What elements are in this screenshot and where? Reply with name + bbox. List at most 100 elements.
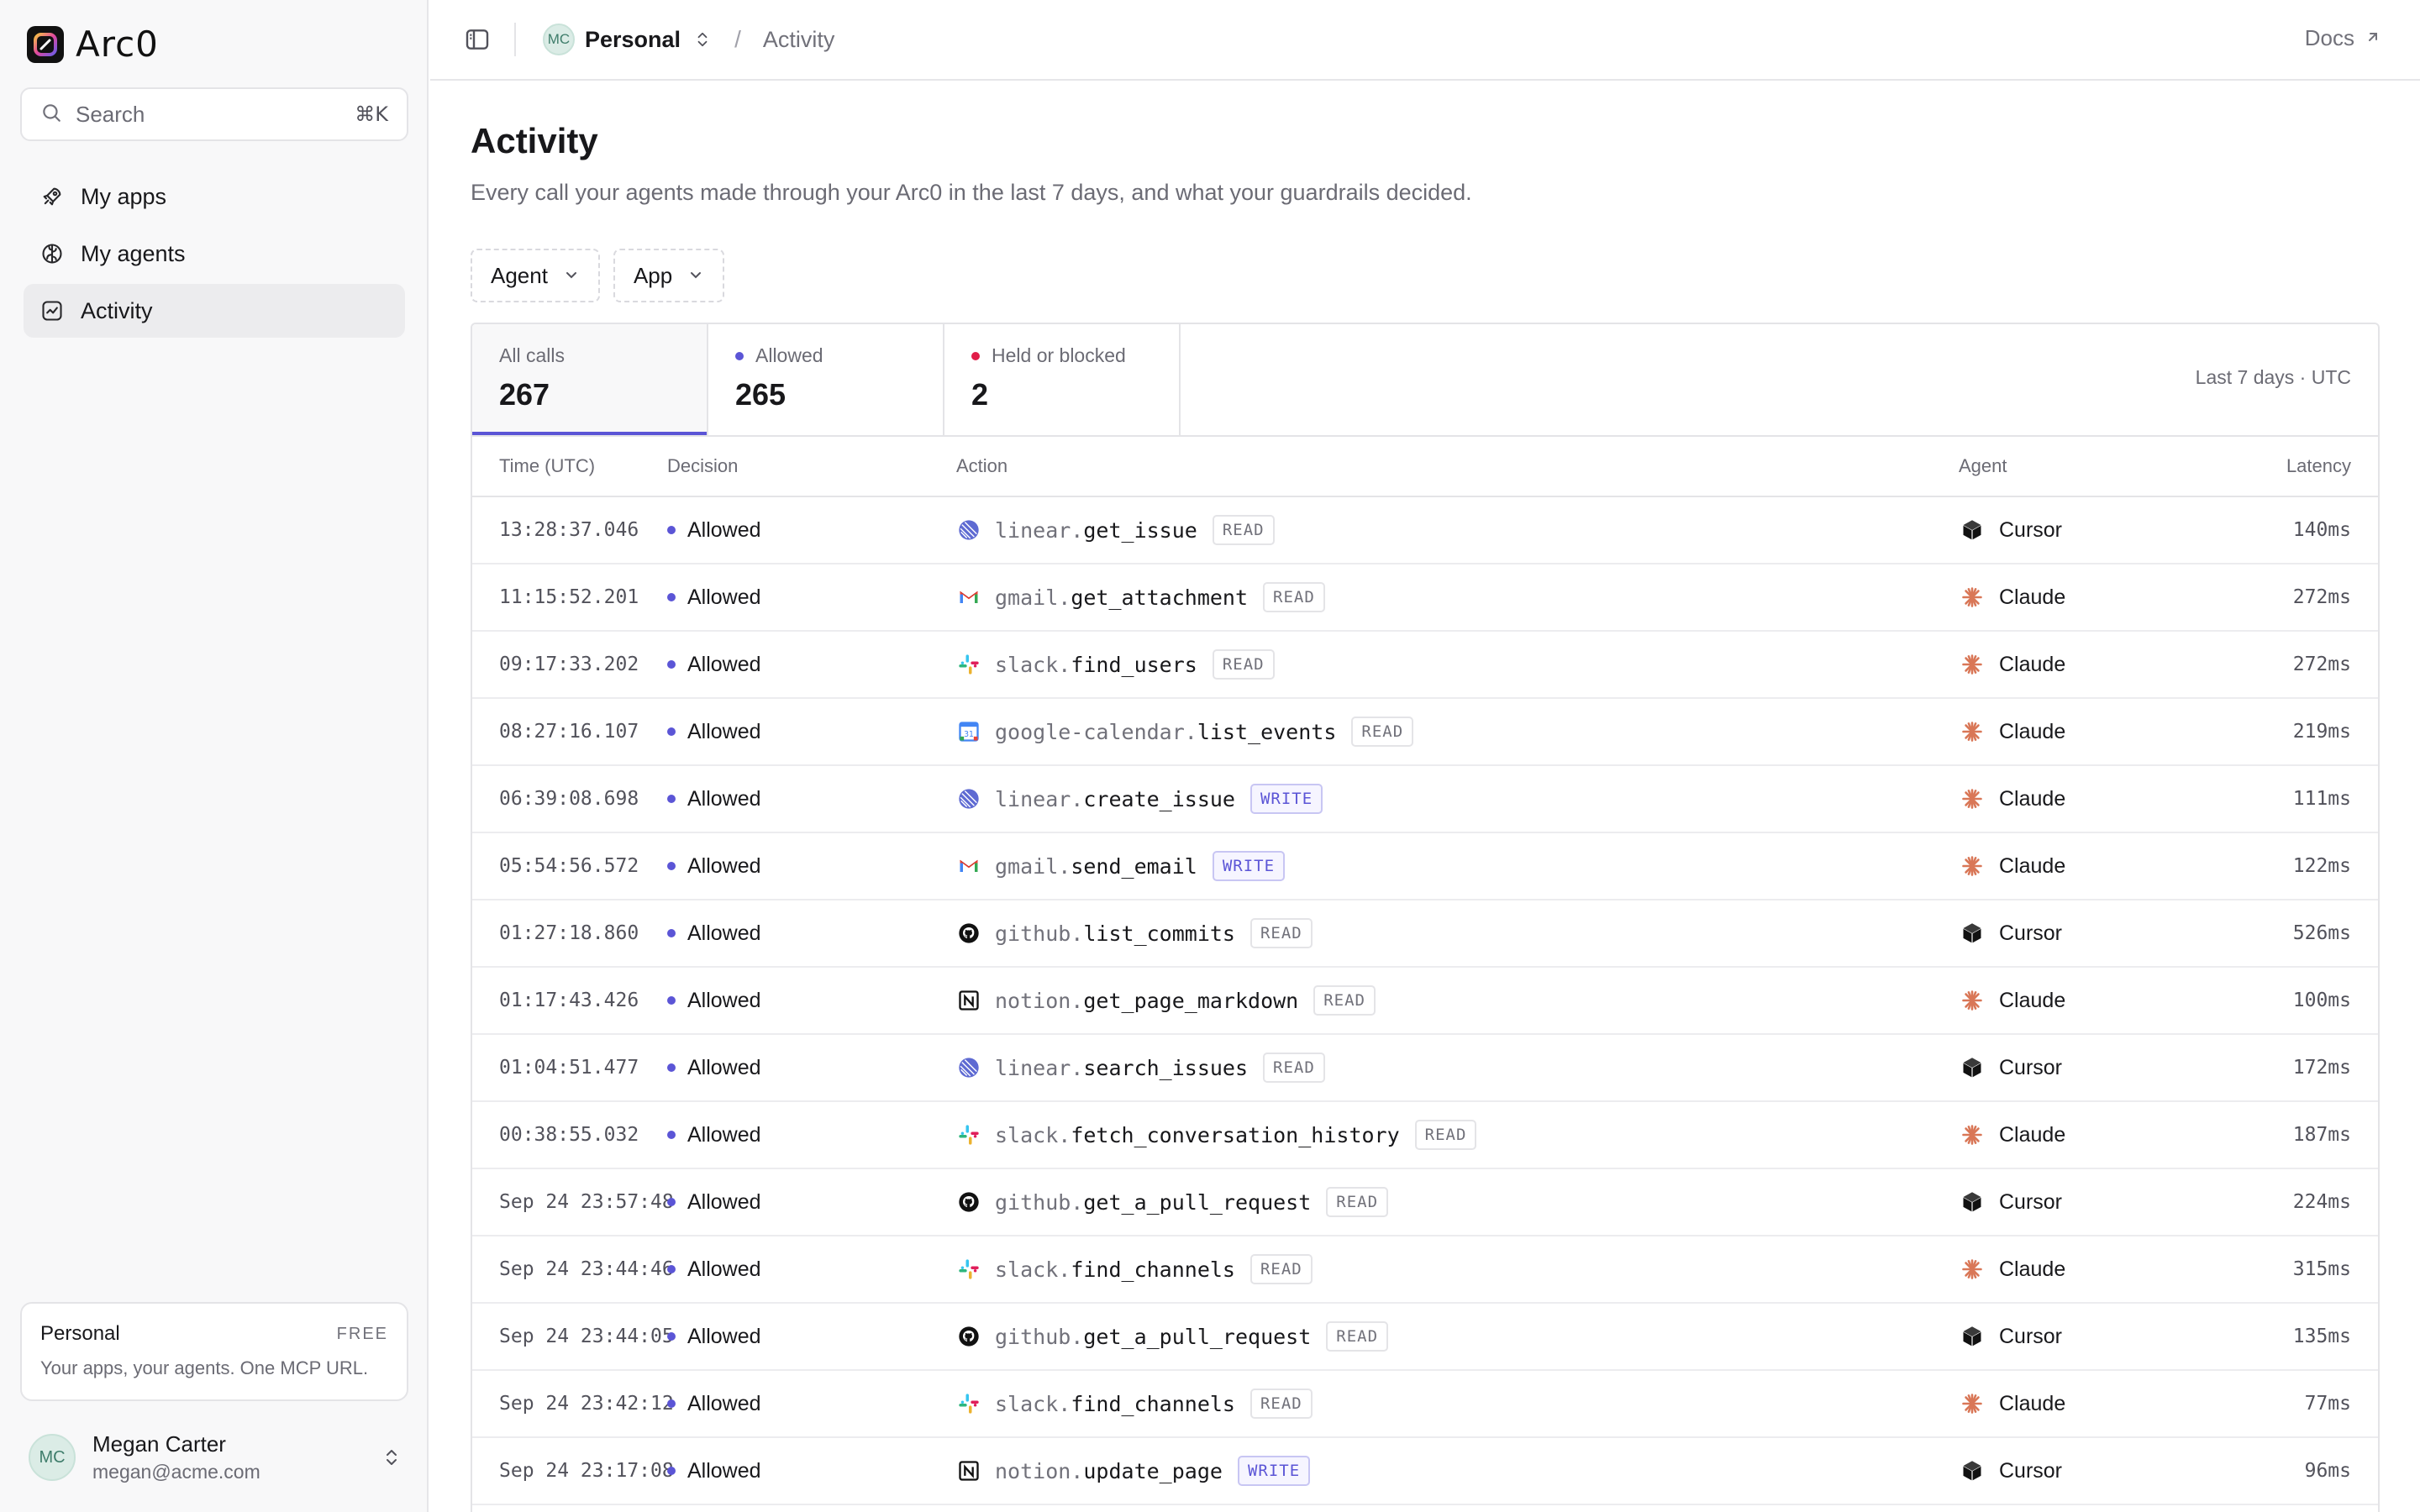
action-cell: 31 google-calendar. list_events READ (956, 717, 1959, 747)
sidebar-toggle-icon[interactable] (460, 23, 494, 56)
gmail-icon (956, 853, 981, 879)
action-cell: slack. find_channels READ (956, 1389, 1959, 1419)
sidebar-item-my-apps[interactable]: My apps (24, 170, 405, 223)
svg-text:31: 31 (964, 730, 974, 739)
sidebar-item-activity[interactable]: Activity (24, 284, 405, 338)
page-subtitle: Every call your agents made through your… (471, 180, 1472, 205)
decision-cell: Allowed (667, 1056, 956, 1080)
table-row[interactable]: 05:54:56.572 Allowed gmail. send_email WRITE… (472, 833, 2378, 900)
plan-description: Your apps, your agents. One MCP URL. (40, 1357, 369, 1378)
action-cell: gmail. send_email WRITE (956, 851, 1959, 881)
breadcrumb: Activity (762, 26, 835, 52)
plan-card[interactable]: Personal FREE Your apps, your agents. On… (20, 1302, 408, 1401)
chevron-up-down-icon[interactable] (380, 1446, 403, 1469)
table-row[interactable]: Sep 24 23:44:46 Allowed slack. find_channel… (472, 1236, 2378, 1304)
allowed-dot-icon (667, 1332, 676, 1341)
access-badge: READ (1326, 1187, 1389, 1217)
claude-icon (1959, 853, 1986, 879)
sidebar-item-my-agents[interactable]: My agents (24, 227, 405, 281)
sidebar-item-label: My apps (81, 183, 167, 209)
agent-cell: Claude (1959, 785, 2211, 812)
allowed-dot-icon (667, 1467, 676, 1475)
table-row[interactable]: 01:27:18.860 Allowed github. list_commits RE… (472, 900, 2378, 968)
time-cell: Sep 24 23:42:12 (499, 1393, 674, 1415)
table-row[interactable]: 00:38:55.032 Allowed slack. fetch_conversat… (472, 1102, 2378, 1169)
decision-cell: Allowed (667, 1257, 956, 1282)
time-range-label: Last 7 days · UTC (2195, 366, 2351, 388)
search-input[interactable]: Search ⌘K (20, 87, 408, 141)
agent-name: Claude (1999, 988, 2066, 1012)
brand-name: Arc0 (76, 24, 159, 65)
latency-cell: 122ms (2292, 855, 2351, 877)
cursor-icon (1959, 1189, 1986, 1215)
action-function: find_channels (1071, 1257, 1235, 1282)
table-row[interactable]: 13:28:37.046 Allowed linear. get_issue READ C… (472, 497, 2378, 564)
tab-allowed[interactable]: Allowed 265 (708, 324, 944, 435)
tab-held-or-blocked[interactable]: Held or blocked 2 (944, 324, 1181, 435)
time-cell: Sep 24 23:17:08 (499, 1460, 674, 1482)
column-header-time[interactable]: Time (UTC) (472, 455, 667, 477)
table-row[interactable]: Sep 24 23:17:08 Allowed notion. update_page… (472, 1438, 2378, 1505)
access-badge: WRITE (1212, 851, 1286, 881)
table-row[interactable]: Sep 24 23:44:05 Allowed github. get_a_pull_… (472, 1304, 2378, 1371)
chevron-up-down-icon[interactable] (692, 29, 713, 50)
table-row[interactable]: 06:39:08.698 Allowed linear. create_issue WR… (472, 766, 2378, 833)
blocked-dot-icon (971, 351, 980, 360)
slack-icon (956, 1257, 981, 1282)
table-row[interactable]: 09:17:33.202 Allowed slack. find_users READ C… (472, 632, 2378, 699)
column-header-latency[interactable]: Latency (2211, 455, 2378, 477)
user-name: Megan Carter (92, 1431, 226, 1457)
decision-cell: Allowed (667, 720, 956, 744)
docs-link[interactable]: Docs (2305, 25, 2381, 51)
table-row[interactable]: 01:17:43.426 Allowed notion. get_page_markd… (472, 968, 2378, 1035)
column-header-decision[interactable]: Decision (667, 455, 956, 477)
slack-icon (956, 652, 981, 677)
table-row[interactable]: Sep 24 23:42:12 Allowed slack. find_channel… (472, 1371, 2378, 1438)
access-badge: WRITE (1249, 784, 1323, 814)
allowed-dot-icon (667, 1131, 676, 1139)
app-filter-dropdown[interactable]: App (613, 249, 725, 302)
action-namespace: github. (995, 1189, 1084, 1215)
cursor-icon (1959, 1457, 1986, 1484)
column-header-agent[interactable]: Agent (1959, 455, 2211, 477)
action-namespace: linear. (995, 786, 1084, 811)
table-row[interactable]: Sep 24 23:57:48 Allowed github. get_a_pull_… (472, 1169, 2378, 1236)
decision-cell: Allowed (667, 787, 956, 811)
decision-cell: Allowed (667, 921, 956, 946)
action-function: get_page_markdown (1083, 988, 1299, 1013)
decision-label: Allowed (687, 585, 761, 609)
allowed-dot-icon (667, 727, 676, 736)
action-cell: github. list_commits READ (956, 918, 1959, 948)
access-badge: READ (1249, 1254, 1313, 1284)
decision-label: Allowed (687, 786, 761, 811)
agent-name: Cursor (1999, 1324, 2063, 1348)
workspace-avatar[interactable]: MC (543, 24, 575, 55)
decision-cell: Allowed (667, 585, 956, 610)
action-namespace: linear. (995, 1055, 1084, 1080)
agent-cell: Cursor (1959, 1054, 2211, 1081)
decision-cell: Allowed (667, 1325, 956, 1349)
action-namespace: notion. (995, 1458, 1084, 1483)
table-row[interactable]: 08:27:16.107 Allowed 31 google-calendar. lis… (472, 699, 2378, 766)
decision-label: Allowed (687, 1458, 761, 1483)
latency-cell: 77ms (2304, 1393, 2351, 1415)
claude-icon (1959, 1256, 1986, 1283)
decision-cell: Allowed (667, 653, 956, 677)
table-row[interactable]: 01:04:51.477 Allowed linear. search_issues R… (472, 1035, 2378, 1102)
table-row[interactable]: 11:15:52.201 Allowed gmail. get_attachment R… (472, 564, 2378, 632)
allowed-dot-icon (667, 593, 676, 601)
table-body: 13:28:37.046 Allowed linear. get_issue READ C… (472, 497, 2378, 1505)
agent-filter-dropdown[interactable]: Agent (471, 249, 600, 302)
brand[interactable]: Arc0 (27, 24, 159, 65)
github-icon (956, 1324, 981, 1349)
action-function: fetch_conversation_history (1071, 1122, 1400, 1147)
latency-cell: 187ms (2292, 1124, 2351, 1146)
cursor-icon (1959, 1323, 1986, 1350)
workspace-switcher[interactable]: Personal (585, 27, 681, 53)
user-menu[interactable]: MC Megan Carter megan@acme.com (29, 1428, 403, 1487)
tab-all-calls[interactable]: All calls 267 (472, 324, 708, 435)
agent-name: Claude (1999, 786, 2066, 811)
topbar: MC Personal / Activity Docs (430, 0, 2420, 81)
column-header-action[interactable]: Action (956, 455, 1959, 477)
time-cell: 13:28:37.046 (499, 519, 639, 541)
